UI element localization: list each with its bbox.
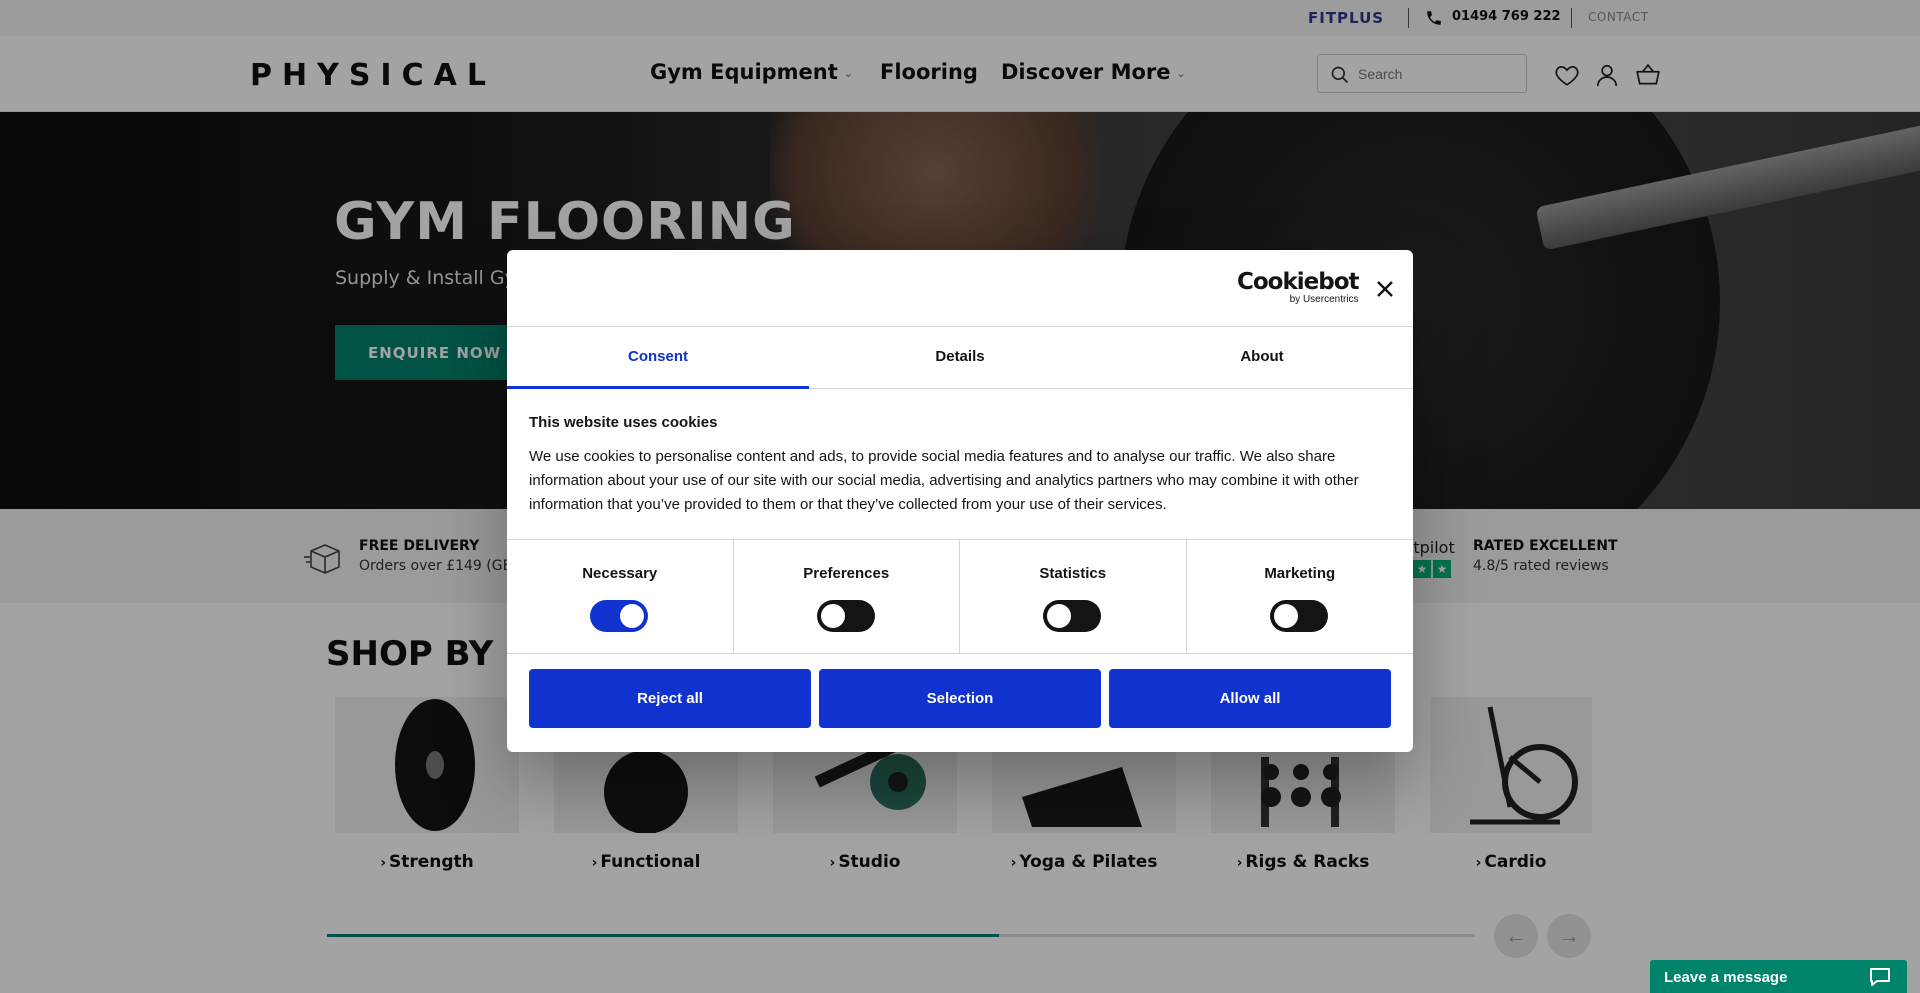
switch-statistics: Statistics <box>960 540 1187 653</box>
switch-label: Statistics <box>1039 565 1107 582</box>
selection-button[interactable]: Selection <box>819 669 1101 728</box>
cookie-consent-dialog: Cookiebot by Usercentrics Consent Detail… <box>507 250 1413 752</box>
switch-marketing: Marketing <box>1187 540 1414 653</box>
cookiebot-logo-subtext: by Usercentrics <box>1289 294 1359 305</box>
close-dialog-button[interactable] <box>1373 277 1397 301</box>
dialog-description: We use cookies to personalise content an… <box>529 448 1359 513</box>
toggle-knob <box>1047 604 1071 628</box>
switch-label: Preferences <box>803 565 890 582</box>
preferences-toggle[interactable] <box>816 600 875 632</box>
cookie-category-switches: Necessary Preferences Statistics Marketi… <box>507 539 1413 654</box>
cookiebot-logo: Cookiebot by Usercentrics <box>1237 269 1360 306</box>
close-icon <box>1377 281 1393 297</box>
dialog-heading: This website uses cookies <box>529 414 718 431</box>
tab-about[interactable]: About <box>1111 327 1413 389</box>
chat-widget[interactable]: Leave a message <box>1650 960 1907 993</box>
tab-consent[interactable]: Consent <box>507 327 809 389</box>
tab-details[interactable]: Details <box>809 327 1111 389</box>
dialog-body: This website uses cookies We use cookies… <box>529 414 1391 517</box>
switch-necessary: Necessary <box>507 540 734 653</box>
cookiebot-logo-text: Cookiebot <box>1237 269 1360 295</box>
switch-preferences: Preferences <box>734 540 960 653</box>
toggle-knob <box>1273 604 1298 628</box>
reject-all-button[interactable]: Reject all <box>529 669 811 728</box>
chat-bubble-icon <box>1870 968 1890 986</box>
statistics-toggle[interactable] <box>1043 600 1101 632</box>
marketing-toggle[interactable] <box>1269 600 1328 632</box>
dialog-header: Cookiebot by Usercentrics <box>507 250 1413 327</box>
toggle-knob <box>620 604 644 628</box>
switch-label: Marketing <box>1264 565 1336 582</box>
toggle-knob <box>820 604 845 628</box>
allow-all-button[interactable]: Allow all <box>1109 669 1391 728</box>
switch-label: Necessary <box>582 565 658 582</box>
necessary-toggle[interactable] <box>590 600 648 632</box>
dialog-tabs: Consent Details About <box>507 327 1413 389</box>
chat-label: Leave a message <box>1664 969 1788 986</box>
